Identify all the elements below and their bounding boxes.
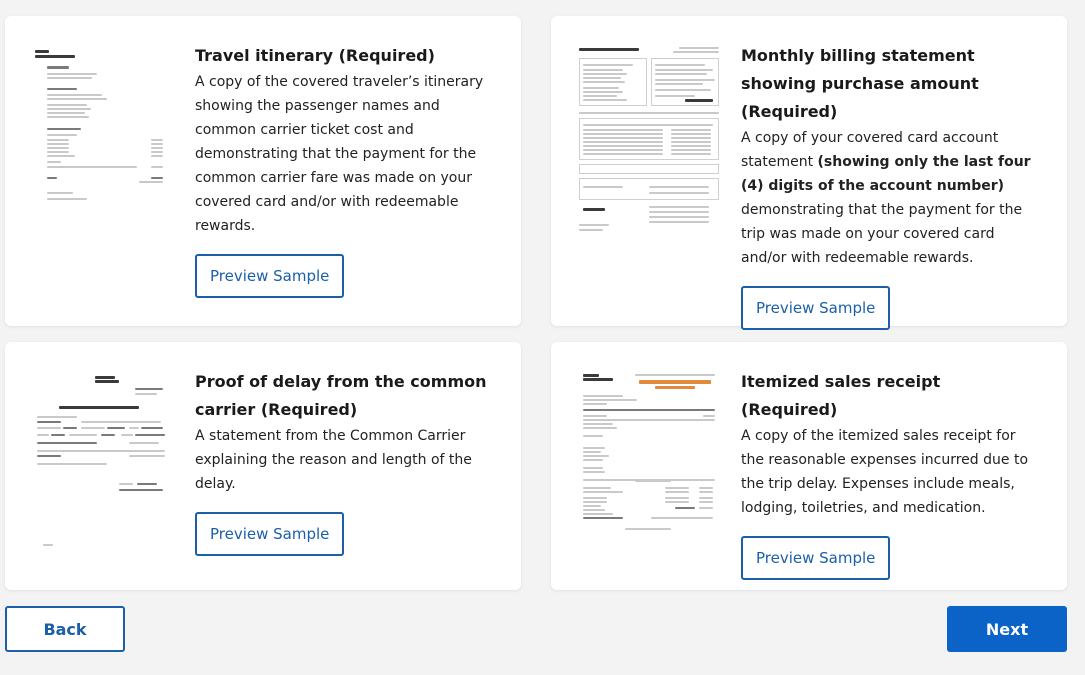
card-title: Itemized sales receipt (Required) bbox=[741, 372, 941, 419]
card-description: A copy of the covered traveler’s itinera… bbox=[195, 74, 484, 234]
preview-sample-button-billing-statement[interactable]: Preview Sample bbox=[741, 286, 891, 330]
travel-receipt-thumbnail-icon bbox=[29, 42, 179, 242]
preview-sample-button-proof-of-delay[interactable]: Preview Sample bbox=[195, 512, 345, 556]
back-button[interactable]: Back bbox=[5, 606, 125, 652]
credit-card-statement-thumbnail-icon bbox=[575, 42, 725, 242]
card-description: A copy of your covered card account stat… bbox=[741, 130, 1031, 266]
card-title: Monthly billing statement showing purcha… bbox=[741, 46, 979, 121]
sales-receipt-thumbnail-icon bbox=[575, 368, 725, 568]
document-card-billing-statement: Monthly billing statement showing purcha… bbox=[551, 16, 1067, 330]
document-card-proof-of-delay: Proof of delay from the common carrier (… bbox=[5, 342, 521, 590]
delay-letter-thumbnail-icon bbox=[29, 368, 179, 568]
next-button[interactable]: Next bbox=[947, 606, 1067, 652]
card-description: A copy of the itemized sales receipt for… bbox=[741, 428, 1029, 516]
card-description: A statement from the Common Carrier expl… bbox=[195, 428, 472, 492]
preview-sample-button-itemized-sales-receipt[interactable]: Preview Sample bbox=[741, 536, 891, 580]
card-title: Proof of delay from the common carrier (… bbox=[195, 372, 487, 419]
preview-sample-button-travel-itinerary[interactable]: Preview Sample bbox=[195, 254, 345, 298]
document-card-itemized-sales-receipt: Itemized sales receipt (Required) A copy… bbox=[551, 342, 1067, 590]
card-title: Travel itinerary (Required) bbox=[195, 46, 435, 65]
document-card-travel-itinerary: Travel itinerary (Required) A copy of th… bbox=[5, 16, 521, 326]
